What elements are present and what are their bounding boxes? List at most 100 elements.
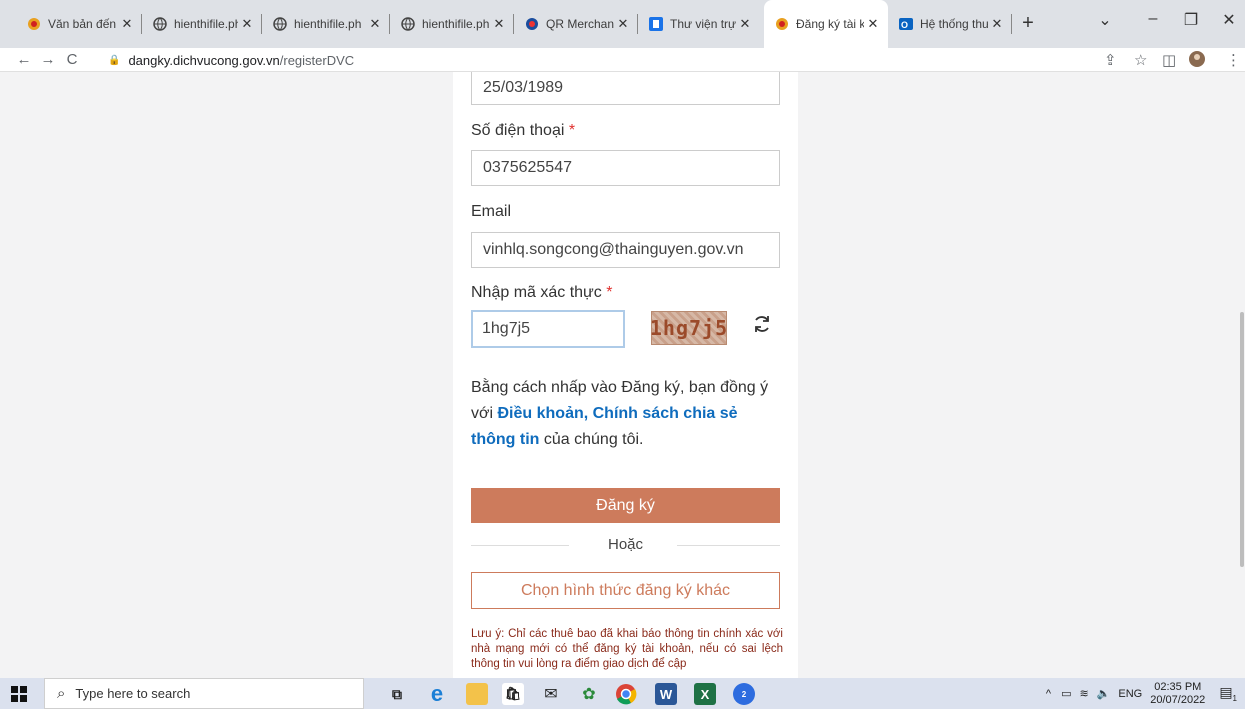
phone-field[interactable]: 0375625547 (471, 150, 780, 186)
qr-merchant-icon (524, 16, 540, 32)
orange-emblem-icon (26, 16, 42, 32)
scrollbar-thumb[interactable] (1240, 312, 1244, 567)
url-path: /registerDVC (279, 52, 355, 68)
browser-tab[interactable]: hienthifile.ph ✕ (262, 0, 390, 48)
tab-search-chevron-icon[interactable]: ⌄ (1090, 10, 1120, 30)
globe-icon (272, 16, 288, 32)
close-icon[interactable]: ✕ (864, 16, 882, 32)
browser-tab[interactable]: Thư viện trực ✕ (638, 0, 760, 48)
browser-toolbar: ← → C 🔒 dangky.dichvucong.gov.vn/registe… (0, 48, 1245, 72)
taskbar-search-box[interactable]: ⌕ Type here to search (44, 678, 364, 709)
captcha-label: Nhập mã xác thực * (471, 284, 612, 302)
minimize-icon[interactable]: – (1138, 10, 1168, 28)
menu-dots-icon[interactable]: ⋮ (1226, 51, 1241, 69)
bookmark-star-icon[interactable]: ☆ (1134, 51, 1147, 69)
speaker-icon[interactable]: 🔈 (1097, 687, 1111, 700)
close-icon[interactable]: ✕ (614, 16, 632, 32)
word-icon[interactable]: W (655, 683, 677, 705)
registration-form: 25/03/1989 Số điện thoại * 0375625547 Em… (453, 72, 798, 678)
consent-text: Bằng cách nhấp vào Đăng ký, bạn đồng ý v… (471, 375, 781, 453)
date: 20/07/2022 (1150, 693, 1206, 706)
file-explorer-icon[interactable] (466, 683, 488, 705)
windows-start-icon[interactable] (10, 685, 28, 703)
consent-suffix: của chúng tôi. (543, 431, 644, 448)
mail-icon[interactable]: ✉ (540, 683, 562, 705)
language-indicator[interactable]: ENG (1118, 688, 1142, 700)
browser-tab-active[interactable]: Đăng ký tài k ✕ (764, 0, 888, 48)
required-mark: * (568, 122, 576, 139)
library-icon (648, 16, 664, 32)
svg-text:O: O (901, 20, 908, 30)
time: 02:35 PM (1154, 680, 1202, 693)
chrome-icon[interactable] (615, 683, 637, 705)
share-icon[interactable]: ⇪ (1104, 51, 1117, 69)
zalo-icon[interactable]: 2 (733, 683, 755, 705)
paint-icon[interactable]: ✿ (578, 683, 600, 705)
browser-tab[interactable]: Văn bản đến ✕ (16, 0, 142, 48)
excel-icon[interactable]: X (694, 683, 716, 705)
new-tab-plus-icon[interactable]: + (1016, 12, 1040, 35)
forward-arrow-icon[interactable]: → (36, 51, 60, 68)
store-icon[interactable]: 🛍 (502, 683, 524, 705)
browser-tab[interactable]: QR Merchant ✕ (514, 0, 638, 48)
tab-label: hienthifile.ph (174, 17, 238, 31)
tab-label: Hệ thống thư (920, 17, 988, 31)
profile-avatar[interactable] (1188, 50, 1206, 72)
phone-label: Số điện thoại * (471, 122, 575, 140)
tray-chevron-icon[interactable]: ^ (1046, 688, 1051, 700)
globe-icon (152, 16, 168, 32)
or-divider: Hoặc (471, 535, 780, 555)
captcha-label-text: Nhập mã xác thực (471, 284, 602, 301)
tab-label: Văn bản đến (48, 17, 117, 31)
captcha-input[interactable]: 1hg7j5 (471, 310, 625, 348)
wifi-icon[interactable]: ≋ (1079, 687, 1088, 700)
note-text: Lưu ý: Chỉ các thuê bao đã khai báo thôn… (471, 628, 783, 670)
dob-field[interactable]: 25/03/1989 (471, 72, 780, 105)
close-icon[interactable]: ✕ (238, 16, 256, 32)
windows-taskbar: ⌕ Type here to search ⧉ e 🛍 ✉ ✿ W X 2 ^ … (0, 678, 1245, 709)
lock-icon: 🔒 (108, 54, 121, 66)
page-viewport: 25/03/1989 Số điện thoại * 0375625547 Em… (0, 72, 1245, 678)
zalo-badge: 2 (741, 689, 747, 699)
tab-label: hienthifile.ph (422, 17, 490, 31)
browser-tab[interactable]: O Hệ thống thư ✕ (888, 0, 1012, 48)
edge-icon[interactable]: e (426, 681, 448, 706)
captcha-image: 1hg7j5 (650, 311, 727, 345)
refresh-captcha-icon[interactable] (751, 313, 773, 335)
notification-count: 1 (1232, 693, 1237, 703)
close-icon[interactable]: ✕ (118, 16, 136, 32)
register-button[interactable]: Đăng ký (471, 488, 780, 523)
orange-emblem-icon (774, 16, 790, 32)
maximize-icon[interactable]: ❐ (1176, 10, 1206, 30)
notifications-icon[interactable]: ▤1 (1219, 684, 1237, 703)
url-domain: dangky.dichvucong.gov.vn (128, 52, 280, 68)
battery-icon[interactable]: ▭ (1061, 687, 1071, 700)
or-text: Hoặc (607, 536, 644, 553)
tab-label: Thư viện trực (670, 17, 736, 31)
close-icon[interactable]: ✕ (366, 16, 384, 32)
tab-label: Đăng ký tài k (796, 17, 864, 31)
browser-tab[interactable]: hienthifile.ph ✕ (142, 0, 262, 48)
close-icon[interactable]: ✕ (490, 16, 508, 32)
outlook-icon: O (898, 16, 914, 32)
search-icon: ⌕ (57, 685, 66, 702)
back-arrow-icon[interactable]: ← (12, 51, 36, 68)
system-tray: ^ ▭ ≋ 🔈 ENG 02:35 PM 20/07/2022 ▤1 (1046, 678, 1245, 709)
email-label: Email (471, 203, 512, 220)
close-icon[interactable]: ✕ (736, 16, 754, 32)
task-view-icon[interactable]: ⧉ (386, 683, 408, 705)
email-field[interactable]: vinhlq.songcong@thainguyen.gov.vn (471, 232, 780, 268)
window-close-icon[interactable]: ✕ (1214, 10, 1244, 30)
browser-tab[interactable]: hienthifile.ph ✕ (390, 0, 514, 48)
side-panel-icon[interactable]: ◫ (1162, 51, 1176, 69)
address-bar[interactable]: 🔒 dangky.dichvucong.gov.vn/registerDVC (108, 48, 354, 72)
reload-icon[interactable]: C (60, 51, 84, 68)
clock[interactable]: 02:35 PM 20/07/2022 (1150, 681, 1205, 707)
browser-tab-strip: Văn bản đến ✕ hienthifile.ph ✕ hienthifi… (0, 0, 1245, 48)
other-registration-button[interactable]: Chọn hình thức đăng ký khác (471, 572, 780, 609)
close-icon[interactable]: ✕ (988, 16, 1006, 32)
tab-divider (1011, 14, 1012, 34)
required-mark: * (606, 284, 613, 301)
phone-label-text: Số điện thoại (471, 122, 565, 139)
search-placeholder: Type here to search (75, 686, 191, 701)
